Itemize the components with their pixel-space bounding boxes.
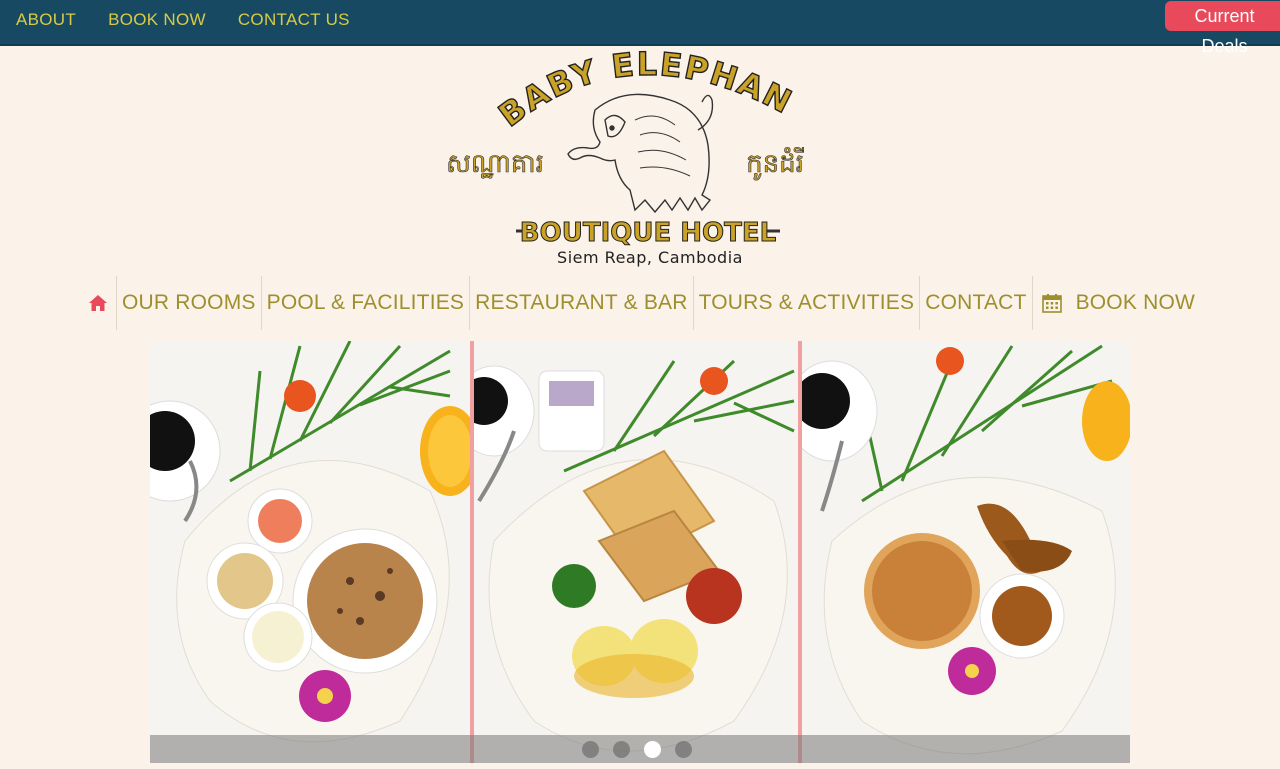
logo-graphic: BABY ELEPHANT សណ្ឋាគារ កូនដំរី BOUTIQUE … (440, 50, 804, 267)
muesli-breakfast-photo (150, 341, 470, 763)
nav-tours-activities[interactable]: TOURS & ACTIVITIES (694, 276, 921, 330)
logo-location: Siem Reap, Cambodia (557, 248, 743, 267)
carousel-dot-3[interactable] (644, 741, 661, 758)
logo-subtitle: BOUTIQUE HOTEL (520, 218, 776, 248)
top-bar: ABOUT BOOK NOW CONTACT US Current Deals (0, 0, 1280, 56)
nav-home[interactable] (80, 276, 117, 330)
pancake-breakfast-photo (802, 341, 1130, 763)
top-links: ABOUT BOOK NOW CONTACT US (16, 10, 382, 30)
carousel-dot-4[interactable] (675, 741, 692, 758)
nav-our-rooms[interactable]: OUR ROOMS (117, 276, 262, 330)
top-link-about[interactable]: ABOUT (16, 10, 76, 30)
nav-pool-facilities[interactable]: POOL & FACILITIES (262, 276, 471, 330)
current-deals-button[interactable]: Current Deals (1165, 1, 1280, 56)
top-link-contact-us[interactable]: CONTACT US (238, 10, 350, 30)
main-nav: OUR ROOMS POOL & FACILITIES RESTAURANT &… (88, 276, 1195, 330)
elephant-icon (567, 93, 714, 214)
carousel-dots-bar (150, 735, 1130, 763)
home-icon (88, 295, 107, 311)
calendar-icon (1041, 294, 1062, 313)
image-carousel[interactable] (150, 341, 1130, 763)
eggs-benedict-breakfast-photo (474, 341, 798, 763)
carousel-dots (582, 741, 692, 758)
carousel-dot-2[interactable] (613, 741, 630, 758)
top-link-book-now[interactable]: BOOK NOW (108, 10, 206, 30)
nav-book-now[interactable]: BOOK NOW (1033, 276, 1200, 330)
hotel-logo[interactable]: BABY ELEPHANT សណ្ឋាគារ កូនដំរី BOUTIQUE … (440, 50, 840, 270)
nav-contact[interactable]: CONTACT (920, 276, 1033, 330)
nav-book-now-label: BOOK NOW (1075, 291, 1196, 314)
carousel-dot-1[interactable] (582, 741, 599, 758)
nav-restaurant-bar[interactable]: RESTAURANT & BAR (470, 276, 694, 330)
logo-khmer-left: សណ្ឋាគារ (446, 149, 544, 179)
logo-khmer-right: កូនដំរី (746, 147, 804, 181)
